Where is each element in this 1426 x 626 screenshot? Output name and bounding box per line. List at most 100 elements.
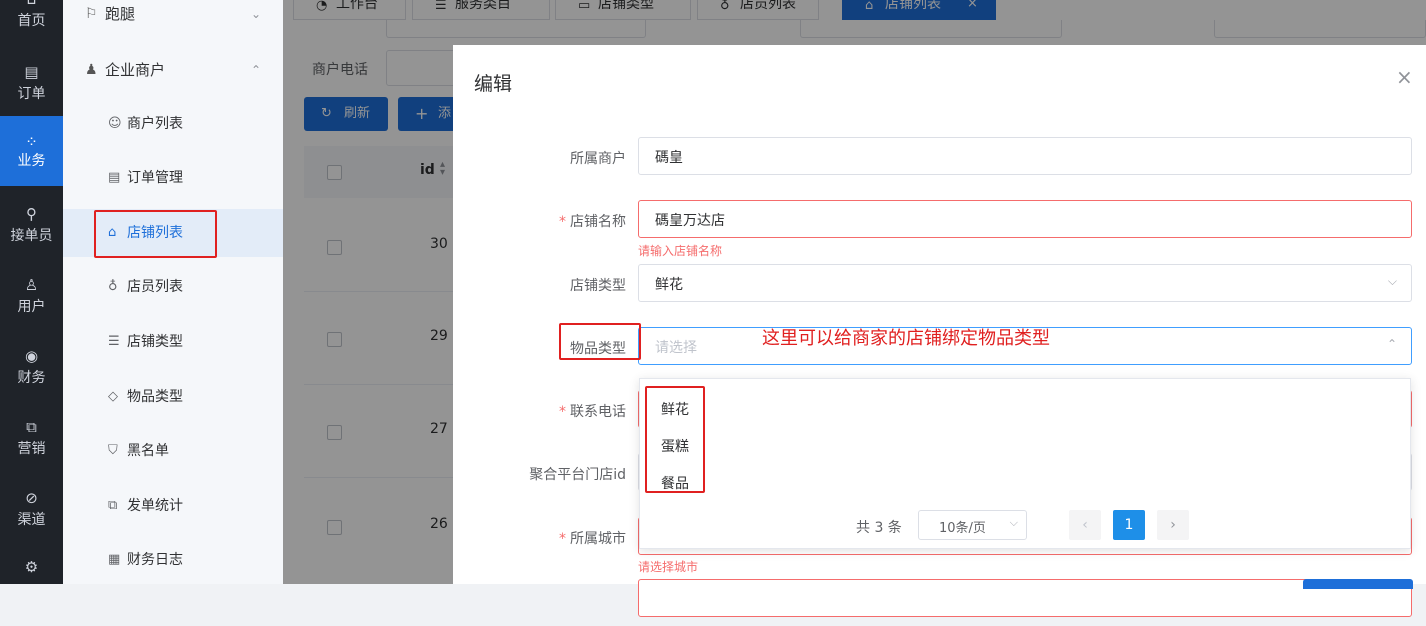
city-label: * 所属城市	[559, 531, 626, 547]
tag-icon: ◇	[108, 389, 118, 404]
goods-type-dropdown: 鲜花 蛋糕 餐品 共 3 条 10条/页 ⌵ ‹ 1 ›	[639, 378, 1411, 549]
rail-label-finance: 财务	[17, 370, 46, 386]
chart-icon: ⧉	[26, 418, 37, 436]
user-icon: ♙	[24, 276, 39, 294]
phone-label: * 联系电话	[559, 404, 626, 420]
person-icon: ♁	[108, 279, 118, 294]
phone-label-text: 联系电话	[570, 404, 626, 420]
sidebar-item-store-type[interactable]: ☰ 店铺类型	[63, 318, 283, 366]
menu-group-paotui-label: 跑腿	[105, 5, 136, 23]
rail-label-home: 首页	[17, 13, 46, 29]
sidebar-item-order-manage[interactable]: ▤ 订单管理	[63, 154, 283, 202]
finance-icon: ◉	[24, 347, 39, 365]
sidebar-item-finance-log[interactable]: ▦ 财务日志	[63, 536, 283, 584]
rail-label-channel: 渠道	[17, 512, 46, 528]
prev-page-button[interactable]: ‹	[1069, 510, 1101, 540]
log-icon: ▦	[108, 552, 121, 567]
rail-item-finance[interactable]: ◉ 财务	[0, 345, 63, 415]
sidebar-item-label: 订单管理	[127, 170, 183, 186]
sidebar-item-goods-type[interactable]: ◇ 物品类型	[63, 373, 283, 421]
rail-label-user: 用户	[17, 299, 46, 315]
sidebar-item-clerk-list[interactable]: ♁ 店员列表	[63, 263, 283, 311]
sub-menu: ⚐ 跑腿 ⌄ ♟ 企业商户 ⌃ ☺ 商户列表 ▤ 订单管理 ⌂ 店铺列表 ♁ 店…	[63, 0, 284, 584]
stats-icon: ⧉	[108, 498, 118, 513]
sidebar-item-label: 黑名单	[127, 443, 169, 459]
annotation-box-goods-type	[559, 323, 641, 360]
sidebar-item-label: 店员列表	[127, 279, 183, 295]
left-rail: ⌂ 首页 ▤ 订单 ⁘ 业务 ⚲ 接单员 ♙ 用户 ◉ 财务 ⧉ 营销 ⊘ 渠道…	[0, 0, 63, 584]
page-1-button[interactable]: 1	[1113, 510, 1145, 540]
rail-label-marketing: 营销	[17, 441, 46, 457]
sidebar-item-label: 财务日志	[127, 552, 183, 568]
sidebar-item-dispatch-stats[interactable]: ⧉ 发单统计	[63, 482, 283, 530]
merchant-value: 碼皇	[655, 150, 683, 166]
close-icon[interactable]: ×	[1396, 65, 1413, 89]
grid-icon: ⁘	[25, 133, 38, 151]
chevron-left-icon: ‹	[1082, 517, 1088, 533]
rail-item-rider[interactable]: ⚲ 接单员	[0, 203, 63, 273]
annotation-box-options	[645, 386, 705, 493]
next-page-button[interactable]: ›	[1157, 510, 1189, 540]
chevron-down-icon: ⌵	[1009, 516, 1018, 529]
dropdown-option[interactable]: 蛋糕	[640, 427, 1410, 463]
chevron-up-icon: ⌃	[250, 63, 261, 77]
home-icon: ⌂	[0, 0, 63, 10]
sidebar-item-label: 发单统计	[127, 498, 183, 514]
menu-group-enterprise-label: 企业商户	[105, 61, 166, 79]
document-icon: ▤	[108, 170, 121, 185]
city-error: 请选择城市	[638, 560, 699, 574]
goods-type-placeholder: 请选择	[655, 340, 697, 356]
rail-label-business: 业务	[17, 153, 46, 169]
chevron-down-icon: ⌄	[250, 7, 261, 21]
bicycle-icon: ⚲	[26, 205, 37, 223]
chevron-right-icon: ›	[1170, 517, 1176, 533]
pagination-total: 共 3 条	[856, 520, 902, 536]
sidebar-item-label: 店铺类型	[127, 334, 183, 350]
chevron-down-icon: ⌵	[1387, 274, 1397, 288]
sidebar-item-label: 商户列表	[127, 116, 183, 132]
page-size-value: 10条/页	[939, 521, 986, 536]
sidebar-item-label: 物品类型	[127, 389, 183, 405]
merchant-icon: ☺	[108, 116, 122, 131]
annotation-text: 这里可以给商家的店铺绑定物品类型	[762, 328, 1050, 349]
rail-item-business[interactable]: ⁘ 业务	[0, 116, 63, 186]
store-name-label-text: 店铺名称	[570, 214, 626, 230]
store-name-error: 请输入店铺名称	[638, 244, 723, 258]
run-icon: ⚐	[85, 6, 98, 22]
store-name-label: * 店铺名称	[559, 214, 626, 230]
platform-store-id-label: 聚合平台门店id	[529, 467, 626, 483]
order-icon: ▤	[24, 63, 39, 81]
rail-item-marketing[interactable]: ⧉ 营销	[0, 416, 63, 486]
merchant-field[interactable]: 碼皇	[638, 137, 1412, 175]
dropdown-option[interactable]: 鲜花	[640, 390, 1410, 426]
store-type-select[interactable]: 鲜花 ⌵	[638, 264, 1412, 302]
dialog-action-button[interactable]	[1303, 579, 1413, 589]
menu-group-paotui[interactable]: ⚐ 跑腿 ⌄	[63, 0, 283, 34]
rail-label-orders: 订单	[17, 86, 46, 102]
rail-item-user[interactable]: ♙ 用户	[0, 274, 63, 344]
rail-item-channel[interactable]: ⊘ 渠道	[0, 487, 63, 557]
rail-label-rider: 接单员	[10, 228, 53, 244]
store-type-value: 鲜花	[655, 277, 683, 293]
rail-item-home[interactable]: ⌂ 首页	[0, 0, 63, 58]
sidebar-item-merchant-list[interactable]: ☺ 商户列表	[63, 100, 283, 148]
dialog-title: 编辑	[474, 73, 513, 95]
city-label-text: 所属城市	[570, 531, 626, 547]
chevron-up-icon: ⌃	[1386, 337, 1397, 351]
sidebar-item-blacklist[interactable]: ⛉ 黑名单	[63, 427, 283, 475]
next-field[interactable]	[638, 579, 1412, 617]
merchant-label: 所属商户	[570, 151, 626, 167]
rail-item-settings[interactable]: ⚙	[0, 556, 63, 626]
channel-icon: ⊘	[25, 489, 38, 507]
store-name-input[interactable]: 碼皇万达店	[638, 200, 1412, 238]
list-icon: ☰	[108, 334, 120, 349]
annotation-box-store-list	[94, 210, 217, 258]
store-type-label: 店铺类型	[570, 278, 626, 294]
shield-icon: ⛉	[108, 443, 118, 458]
users-icon: ♟	[85, 62, 98, 78]
dropdown-option[interactable]: 餐品	[640, 464, 1410, 500]
menu-group-enterprise[interactable]: ♟ 企业商户 ⌃	[63, 50, 283, 90]
store-name-value: 碼皇万达店	[655, 213, 725, 229]
gear-icon: ⚙	[24, 558, 39, 576]
page-size-select[interactable]: 10条/页 ⌵	[918, 510, 1027, 540]
